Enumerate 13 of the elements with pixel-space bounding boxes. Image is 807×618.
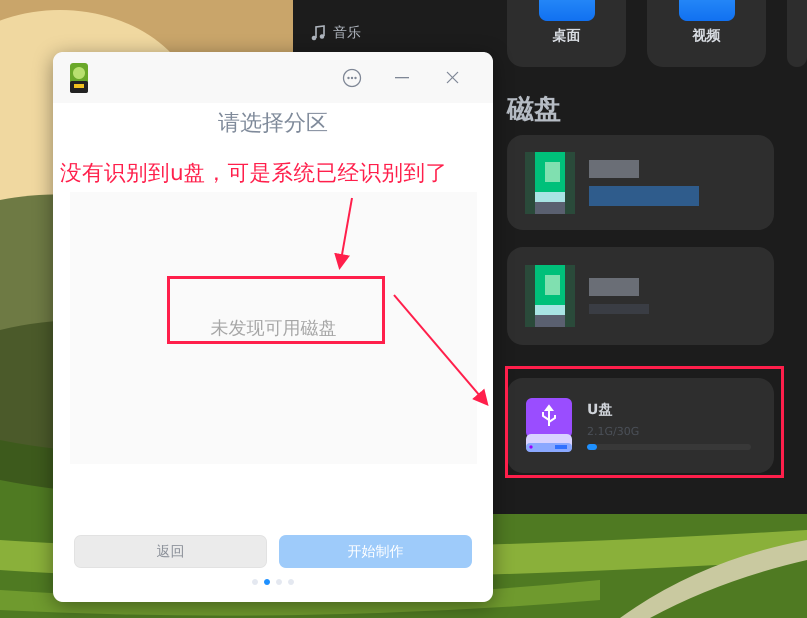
pixelated-disk-info <box>589 278 649 314</box>
section-title: 磁盘 <box>507 93 562 127</box>
minimize-icon <box>395 76 409 78</box>
more-icon <box>342 68 362 88</box>
sidebar-item[interactable]: 音乐 <box>293 20 497 46</box>
usb-drive-icon <box>525 398 573 454</box>
folder-shortcut[interactable]: 视频 <box>647 0 766 67</box>
disk-name: U盘 <box>587 401 614 419</box>
blurred-disk-card[interactable] <box>507 135 774 230</box>
music-note-icon <box>311 25 325 41</box>
folder-shortcut[interactable]: 桌面 <box>507 0 626 67</box>
close-icon <box>446 71 458 84</box>
blurred-disk-card[interactable] <box>507 247 774 345</box>
